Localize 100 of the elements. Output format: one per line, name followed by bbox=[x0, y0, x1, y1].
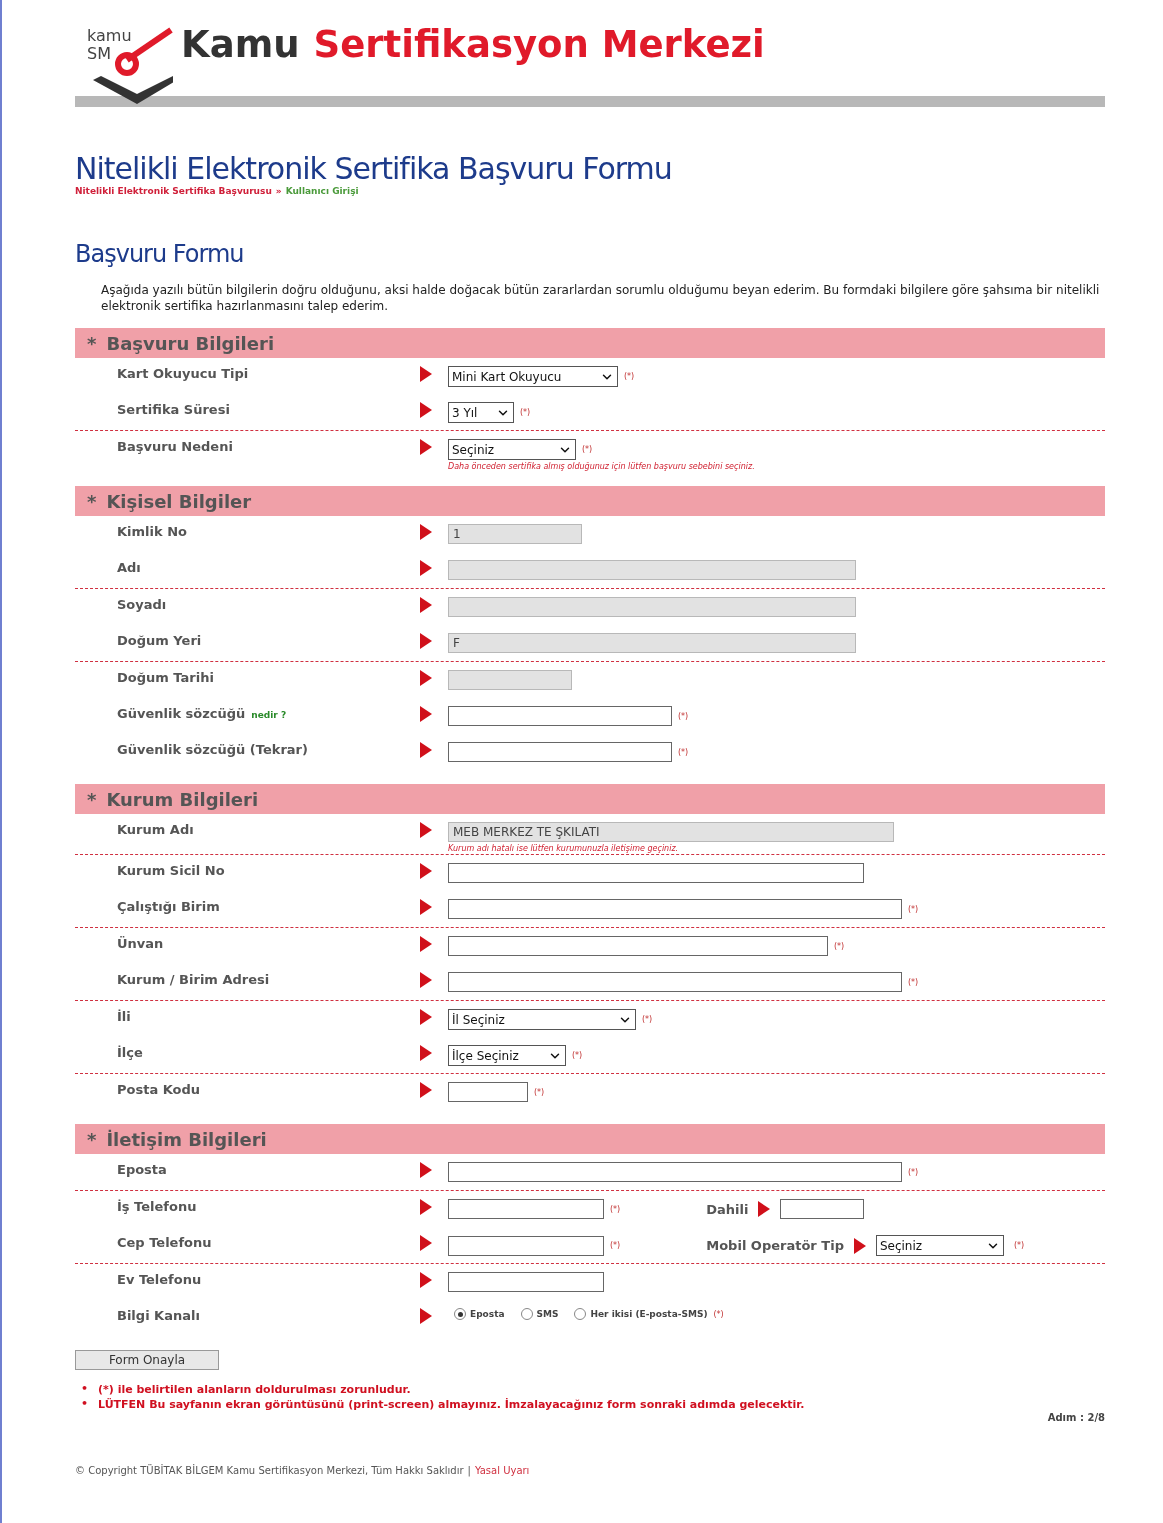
section-title: Başvuru Bilgileri bbox=[106, 332, 275, 354]
triangle-arrow-icon bbox=[420, 633, 432, 649]
triangle-arrow-icon bbox=[420, 822, 432, 838]
field-label: Güvenlik sözcüğü (Tekrar) bbox=[116, 742, 308, 758]
input-field[interactable] bbox=[448, 1199, 604, 1219]
readonly-field: 1 bbox=[448, 524, 582, 544]
required-mark: (*) bbox=[534, 1087, 545, 1097]
hint-text: Daha önceden sertifika almış olduğunuz için lütfen başvuru sebebini seçiniz. bbox=[448, 462, 756, 471]
field-label: Sertifika Süresi bbox=[116, 402, 230, 418]
dropdown-select[interactable]: Seçiniz bbox=[875, 1235, 1004, 1256]
triangle-arrow-icon bbox=[420, 1272, 432, 1288]
dropdown-select[interactable]: Seçiniz bbox=[448, 439, 576, 460]
radio-button[interactable] bbox=[454, 1308, 466, 1320]
radio-option[interactable]: Eposta bbox=[454, 1308, 505, 1320]
required-mark: (*) bbox=[908, 977, 919, 987]
field-label: Ünvan bbox=[116, 936, 164, 952]
breadcrumb-link[interactable]: Nitelikli Elektronik Sertifika Başvurusu bbox=[75, 186, 272, 196]
readonly-field: F bbox=[448, 633, 856, 653]
copyright-text: © Copyright TÜBİTAK BİLGEM Kamu Sertifikasyon Merkezi, Tüm Hakkı Saklıdır bbox=[75, 1465, 464, 1476]
input-field[interactable] bbox=[448, 1235, 604, 1256]
radio-label: SMS bbox=[536, 1309, 559, 1319]
dropdown-select[interactable]: 3 Yıl bbox=[448, 402, 514, 423]
dropdown-select[interactable]: İlçe Seçiniz bbox=[448, 1045, 566, 1066]
logo-text: kamu bbox=[87, 28, 132, 44]
required-mark: (*) bbox=[520, 408, 531, 417]
warning-note: LÜTFEN Bu sayfanın ekran görüntüsünü (print-screen) almayınız. İmzalayacağınız form sonraki adımda gelecektir. bbox=[98, 1397, 805, 1412]
radio-option[interactable]: Her ikisi (E-posta-SMS) bbox=[574, 1308, 708, 1320]
triangle-arrow-icon bbox=[420, 899, 432, 915]
triangle-arrow-icon bbox=[420, 1045, 432, 1061]
triangle-arrow-icon bbox=[853, 1237, 866, 1254]
field-label: Doğum Yeri bbox=[116, 633, 202, 649]
footer-separator: | bbox=[467, 1465, 471, 1476]
field-label: Posta Kodu bbox=[116, 1082, 201, 1098]
input-field[interactable] bbox=[448, 863, 864, 883]
input-field[interactable] bbox=[780, 1199, 865, 1219]
input-field[interactable] bbox=[448, 936, 828, 956]
required-mark: (*) bbox=[908, 1167, 919, 1177]
field-label: Kurum Sicil No bbox=[116, 863, 225, 879]
input-field[interactable] bbox=[448, 1272, 604, 1292]
triangle-arrow-icon bbox=[420, 972, 432, 988]
triangle-arrow-icon bbox=[420, 1235, 432, 1251]
field-label: Çalıştığı Birim bbox=[116, 899, 220, 915]
radio-label: Eposta bbox=[470, 1309, 505, 1319]
form-submit-button[interactable]: Form Onayla bbox=[75, 1350, 219, 1370]
radio-option[interactable]: SMS bbox=[520, 1308, 559, 1320]
field-label: Ev Telefonu bbox=[116, 1272, 202, 1288]
required-mark: (*) bbox=[572, 1051, 583, 1060]
input-field[interactable] bbox=[448, 706, 672, 726]
section-title: Kurum Bilgileri bbox=[106, 788, 259, 810]
triangle-arrow-icon bbox=[420, 936, 432, 952]
note-bullet: • bbox=[81, 1397, 89, 1412]
triangle-arrow-icon bbox=[420, 560, 432, 576]
triangle-arrow-icon bbox=[420, 706, 432, 722]
input-field[interactable] bbox=[448, 742, 672, 762]
field-label: Kart Okuyucu Tipi bbox=[116, 366, 249, 382]
required-mark: (*) bbox=[834, 941, 845, 951]
field-label: Dahili bbox=[706, 1201, 749, 1217]
help-link[interactable]: nedir ? bbox=[251, 710, 287, 720]
triangle-arrow-icon bbox=[420, 863, 432, 879]
field-label: Başvuru Nedeni bbox=[116, 439, 233, 455]
triangle-arrow-icon bbox=[420, 670, 432, 686]
triangle-arrow-icon bbox=[420, 524, 432, 540]
required-mark: (*) bbox=[1013, 1241, 1025, 1250]
field-label: Kimlik No bbox=[116, 524, 187, 540]
field-label: Bilgi Kanalı bbox=[116, 1308, 200, 1324]
required-mark: (*) bbox=[678, 711, 689, 721]
required-mark: (*) bbox=[582, 445, 593, 454]
field-label: Eposta bbox=[116, 1162, 167, 1178]
input-field[interactable] bbox=[448, 1162, 902, 1182]
dropdown-select[interactable]: İl Seçiniz bbox=[448, 1009, 636, 1030]
triangle-arrow-icon bbox=[758, 1201, 771, 1217]
required-mark: (*) bbox=[610, 1241, 621, 1250]
field-label: İş Telefonu bbox=[116, 1199, 197, 1215]
radio-button[interactable] bbox=[574, 1308, 587, 1320]
triangle-arrow-icon bbox=[420, 1308, 432, 1324]
brand-name: Sertifikasyon Merkezi bbox=[313, 26, 765, 63]
brand-name: Kamu bbox=[181, 26, 300, 63]
form-title: Başvuru Formu bbox=[75, 240, 245, 268]
required-mark: (*) bbox=[642, 1015, 653, 1024]
required-mark: (*) bbox=[908, 904, 919, 914]
triangle-arrow-icon bbox=[420, 1009, 432, 1025]
triangle-arrow-icon bbox=[420, 1082, 432, 1098]
triangle-arrow-icon bbox=[420, 1199, 432, 1215]
field-label: Güvenlik sözcüğü bbox=[116, 706, 246, 722]
legal-link[interactable]: Yasal Uyarı bbox=[475, 1465, 530, 1476]
asterisk-label: * bbox=[87, 1128, 97, 1150]
section-title: Kişisel Bilgiler bbox=[106, 490, 252, 512]
readonly-field: MEB MERKEZ TE ŞKILATI bbox=[448, 822, 894, 842]
dropdown-select[interactable]: Mini Kart Okuyucu bbox=[448, 366, 618, 387]
required-mark: (*) bbox=[610, 1204, 621, 1214]
hint-text: Kurum adı hatalı ise lütfen kurumunuzla iletişime geçiniz. bbox=[448, 844, 680, 853]
radio-button[interactable] bbox=[520, 1308, 533, 1320]
page-title: Nitelikli Elektronik Sertifika Başvuru Formu bbox=[75, 151, 673, 186]
asterisk-label: * bbox=[87, 788, 97, 810]
triangle-arrow-icon bbox=[420, 1162, 432, 1178]
field-label: İli bbox=[116, 1009, 131, 1025]
field-label: Kurum Adı bbox=[116, 822, 194, 838]
input-field[interactable] bbox=[448, 899, 902, 919]
input-field[interactable] bbox=[448, 972, 902, 992]
input-field[interactable] bbox=[448, 1082, 528, 1102]
